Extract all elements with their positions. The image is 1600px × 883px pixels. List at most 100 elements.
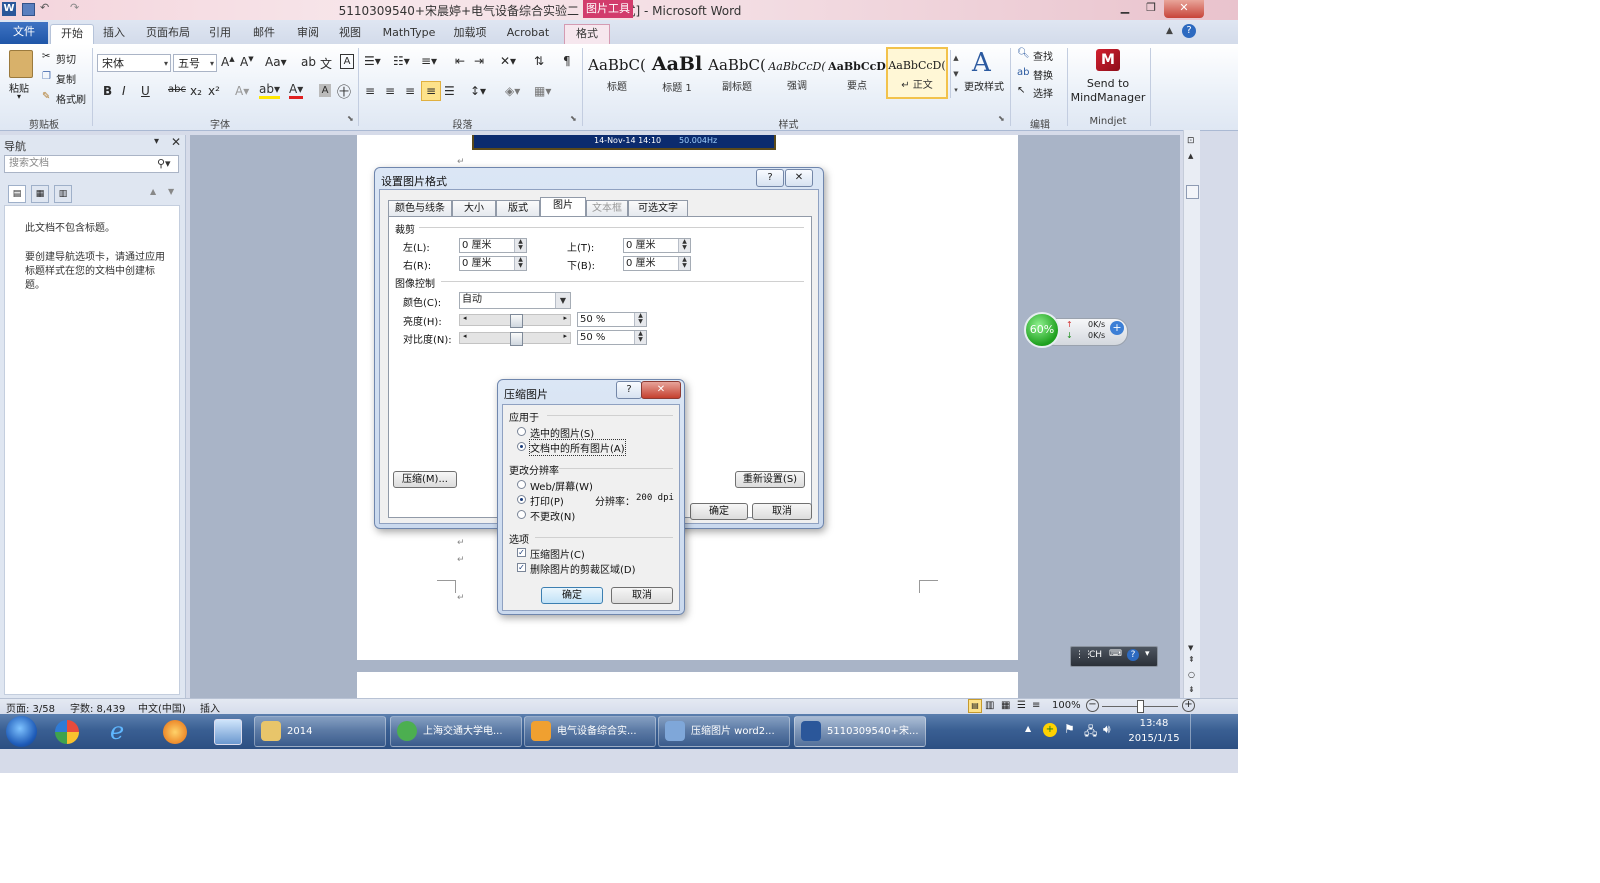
- reset-button[interactable]: 重新设置(S): [735, 471, 805, 488]
- keyboard-icon[interactable]: ⌨: [1109, 649, 1122, 659]
- tab-acrobat[interactable]: Acrobat: [500, 24, 556, 44]
- selected-pictures-radio[interactable]: [517, 427, 526, 436]
- tray-network-icon[interactable]: 🖧︎: [1084, 722, 1097, 743]
- browse-results-icon[interactable]: ▥: [54, 185, 72, 203]
- compress-option-label[interactable]: 压缩图片(C): [530, 546, 585, 561]
- paste-dropdown-icon[interactable]: ▾: [17, 92, 21, 101]
- tab-colors-lines[interactable]: 颜色与线条: [388, 200, 452, 217]
- zoom-thumb[interactable]: [1137, 700, 1144, 713]
- cut-button[interactable]: 剪切: [56, 51, 76, 66]
- pinned-app-icon[interactable]: [55, 720, 79, 744]
- taskbar-item-paint[interactable]: 压缩图片 word2...: [658, 716, 790, 747]
- pinned-window-icon[interactable]: [214, 719, 242, 745]
- format-painter-icon[interactable]: ✎: [42, 91, 50, 102]
- contrast-slider[interactable]: ◂ ▸: [459, 332, 571, 346]
- align-center-icon[interactable]: ≡: [385, 84, 395, 98]
- find-icon[interactable]: 🔍︎: [1017, 48, 1030, 59]
- align-left-icon[interactable]: ≡: [365, 84, 375, 98]
- spin-arrows-icon[interactable]: ▲ ▼: [678, 257, 690, 270]
- search-icon[interactable]: ⚲▾: [157, 157, 171, 170]
- italic-icon[interactable]: I: [122, 84, 126, 98]
- select-button[interactable]: 选择: [1033, 85, 1053, 100]
- print-radio[interactable]: [517, 495, 526, 504]
- minimize-button[interactable]: ▁: [1112, 0, 1138, 18]
- tray-security-icon[interactable]: +: [1043, 723, 1057, 737]
- browse-headings-icon[interactable]: ▤: [8, 185, 26, 203]
- scroll-up-icon[interactable]: ▲: [1188, 152, 1193, 160]
- crop-right-input[interactable]: 0 厘米 ▲ ▼: [459, 256, 527, 271]
- copy-button[interactable]: 复制: [56, 71, 76, 86]
- web-radio[interactable]: [517, 480, 526, 489]
- compress-button[interactable]: 压缩(M)...: [393, 471, 457, 488]
- tab-insert[interactable]: 插入: [96, 24, 132, 44]
- subscript-icon[interactable]: x₂: [190, 84, 202, 98]
- justify-icon[interactable]: ≡: [421, 81, 441, 101]
- tab-size[interactable]: 大小: [452, 200, 496, 217]
- sort-icon[interactable]: ⇅: [534, 54, 544, 68]
- increase-indent-icon[interactable]: ⇥: [474, 54, 484, 68]
- crop-left-input[interactable]: 0 厘米 ▲ ▼: [459, 238, 527, 253]
- cut-icon[interactable]: ✂: [42, 51, 50, 62]
- enclose-char-icon[interactable]: ㊉: [337, 82, 351, 102]
- help-button[interactable]: ?: [616, 381, 642, 399]
- style-title[interactable]: AaBbC(标题: [588, 49, 646, 97]
- borders-icon[interactable]: ▦▾: [534, 84, 551, 98]
- tab-review[interactable]: 审阅: [290, 24, 326, 44]
- no-change-radio[interactable]: [517, 510, 526, 519]
- distributed-icon[interactable]: ☰: [444, 84, 455, 98]
- crop-top-input[interactable]: 0 厘米 ▲ ▼: [623, 238, 691, 253]
- zoom-level[interactable]: 100%: [1052, 700, 1081, 711]
- language-status[interactable]: 中文(中国): [138, 700, 186, 715]
- replace-icon[interactable]: ab: [1017, 67, 1029, 78]
- find-button[interactable]: 查找: [1033, 48, 1053, 63]
- nav-previous-icon[interactable]: ▲: [150, 187, 156, 196]
- help-button[interactable]: ?: [756, 169, 784, 187]
- close-button[interactable]: ✕: [1164, 0, 1204, 18]
- compress-ok-button[interactable]: 确定: [541, 587, 603, 604]
- dialog-close-button[interactable]: ✕: [641, 381, 681, 399]
- decrease-indent-icon[interactable]: ⇤: [455, 54, 465, 68]
- memory-gauge[interactable]: 60%: [1024, 312, 1060, 348]
- font-dialog-launcher-icon[interactable]: ⬊: [347, 114, 354, 123]
- clock-time[interactable]: 13:48: [1126, 718, 1182, 729]
- brightness-input[interactable]: 50 % ▲ ▼: [577, 312, 647, 327]
- format-cancel-button[interactable]: 取消: [752, 503, 812, 520]
- pinned-browser-icon[interactable]: [163, 720, 187, 744]
- ime-language[interactable]: CH: [1089, 650, 1102, 660]
- vertical-scrollbar[interactable]: ⊡ ▲ ▼ ⇞ ○ ⇟: [1183, 130, 1200, 698]
- next-page-icon[interactable]: ⇟: [1188, 685, 1195, 694]
- taskbar-item-search[interactable]: 电气设备综合实...: [524, 716, 656, 747]
- all-pictures-label[interactable]: 文档中的所有图片(A): [529, 439, 626, 456]
- slider-right-icon[interactable]: ▸: [563, 332, 567, 340]
- print-layout-icon[interactable]: ▤: [968, 699, 982, 713]
- tab-file[interactable]: 文件: [0, 22, 48, 44]
- help-icon[interactable]: ?: [1182, 24, 1196, 38]
- shading-icon[interactable]: ◈▾: [505, 84, 520, 98]
- text-effects-icon[interactable]: A▾: [235, 84, 249, 98]
- font-color-icon[interactable]: A▾: [289, 82, 304, 99]
- paragraph-dialog-launcher-icon[interactable]: ⬊: [570, 114, 577, 123]
- print-label[interactable]: 打印(P): [530, 493, 564, 508]
- strikethrough-icon[interactable]: abc: [168, 84, 186, 95]
- bullets-icon[interactable]: ☰▾: [364, 54, 381, 68]
- char-shading-icon[interactable]: A: [319, 84, 331, 97]
- tab-picture[interactable]: 图片: [540, 197, 586, 217]
- nav-menu-icon[interactable]: ▾: [154, 136, 159, 147]
- tab-home[interactable]: 开始: [50, 24, 94, 45]
- widget-add-icon[interactable]: +: [1110, 321, 1124, 335]
- nav-search-input[interactable]: 搜索文档: [4, 155, 179, 173]
- spin-arrows-icon[interactable]: ▲ ▼: [514, 239, 526, 252]
- internet-explorer-icon[interactable]: e: [110, 717, 124, 745]
- styles-scroll[interactable]: ▲ ▼ ▾: [950, 50, 961, 98]
- ime-options-icon[interactable]: ▾: [1145, 649, 1150, 659]
- slider-left-icon[interactable]: ◂: [463, 332, 467, 340]
- nav-close-icon[interactable]: ✕: [171, 135, 181, 149]
- numbering-icon[interactable]: ☷▾: [393, 54, 410, 68]
- mindmanager-icon[interactable]: M: [1096, 49, 1120, 71]
- compress-cancel-button[interactable]: 取消: [611, 587, 673, 604]
- spin-arrows-icon[interactable]: ▲ ▼: [634, 331, 646, 344]
- draft-icon[interactable]: ≡: [1032, 700, 1040, 711]
- tab-mathtype[interactable]: MathType: [378, 24, 440, 44]
- show-desktop-button[interactable]: [1190, 714, 1201, 749]
- scroll-thumb[interactable]: [1186, 185, 1199, 199]
